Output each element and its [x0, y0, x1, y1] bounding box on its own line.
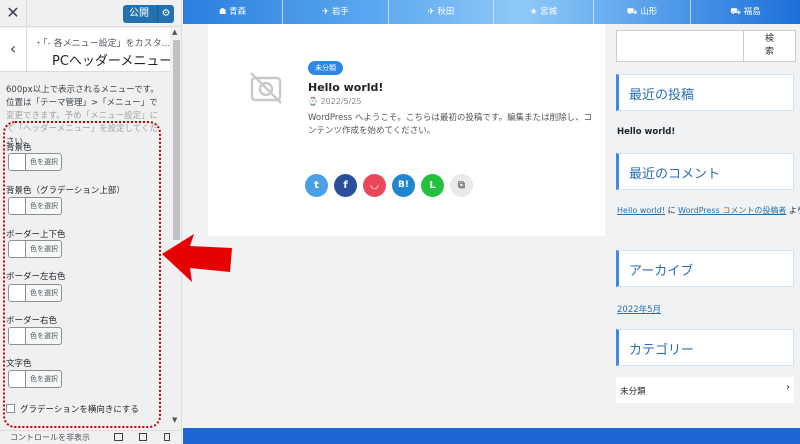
hatena-share-icon[interactable]: B! — [392, 174, 415, 197]
line-share-icon[interactable]: L — [421, 174, 444, 197]
hide-controls-button[interactable]: コントロールを非表示 — [10, 432, 90, 443]
search-button[interactable]: 検索 — [744, 30, 796, 62]
nav-item-fukushima[interactable]: ⛟ 福島 — [690, 0, 800, 24]
search-input[interactable] — [616, 30, 744, 62]
comment-post-link[interactable]: Hello world! — [617, 206, 665, 215]
copy-glyph: ⧉ — [457, 180, 466, 191]
recent-post-link[interactable]: Hello world! — [617, 127, 675, 137]
nav-item-aomori[interactable]: ☗ 青森 — [183, 0, 282, 24]
nav-label: 秋田 — [437, 7, 455, 17]
line-glyph: L — [429, 180, 436, 191]
pocket-glyph: ◡ — [370, 180, 379, 191]
recent-comments-heading: 最近のコメント — [616, 153, 794, 190]
no-image-icon — [250, 72, 282, 104]
section-header: ‹ ・「- 各メニュー設定」をカスタ... PCヘッダーメニュー — [0, 28, 173, 72]
nav-label: 青森 — [229, 7, 247, 17]
facebook-glyph: f — [343, 180, 348, 191]
breadcrumb: ・「- 各メニュー設定」をカスタ... — [34, 39, 171, 49]
nav-label: 福島 — [743, 7, 761, 17]
twitter-glyph: t — [314, 180, 319, 191]
star-icon: ★ — [529, 7, 538, 17]
post-date: ⌚ 2022/5/25 — [308, 97, 362, 106]
category-item[interactable]: 未分類 › — [616, 377, 794, 403]
scroll-up-icon[interactable]: ▲ — [172, 28, 177, 36]
hatena-glyph: B! — [398, 180, 409, 190]
pocket-share-icon[interactable]: ◡ — [363, 174, 386, 197]
footer-bar — [183, 428, 800, 444]
nav-item-iwate[interactable]: ✈ 岩手 — [282, 0, 388, 24]
section-title: PCヘッダーメニュー — [52, 54, 173, 69]
bus-icon: ⛟ — [626, 7, 638, 17]
nav-label: 山形 — [640, 7, 658, 17]
desktop-icon[interactable] — [114, 433, 123, 441]
scrollbar-thumb[interactable] — [173, 40, 180, 240]
nav-item-miyagi[interactable]: ★ 宮城 — [493, 0, 593, 24]
chevron-right-icon: › — [786, 382, 790, 393]
bus-icon: ⛟ — [730, 7, 741, 17]
nav-label: 岩手 — [331, 7, 349, 17]
search-button-label: 検索 — [764, 34, 774, 57]
red-arrow-icon — [162, 234, 232, 282]
post-card: 未分類 Hello world! ⌚ 2022/5/25 WordPress へ… — [208, 24, 605, 236]
widget-title: 最近のコメント — [629, 167, 721, 182]
customizer-footer: コントロールを非表示 — [0, 430, 181, 444]
copy-link-icon[interactable]: ⧉ — [450, 174, 473, 197]
recent-comment: Hello world! に WordPress コメントの投稿者 より — [617, 205, 800, 216]
comment-author-link[interactable]: WordPress コメントの投稿者 — [678, 206, 786, 215]
panel-scrollbar[interactable]: ▲ ▼ — [170, 28, 181, 428]
customizer-topbar: ✕ 公開 ⚙ — [0, 0, 181, 27]
nav-label: 宮城 — [540, 7, 558, 17]
widget-title: 最近の投稿 — [629, 88, 695, 103]
widget-title: アーカイブ — [629, 264, 694, 279]
post-title[interactable]: Hello world! — [308, 81, 383, 94]
facebook-share-icon[interactable]: f — [334, 174, 357, 197]
archive-link[interactable]: 2022年5月 — [617, 303, 661, 315]
publish-label: 公開 — [129, 8, 149, 19]
comment-tail-text: より — [788, 206, 800, 215]
plane-icon: ✈ — [427, 7, 435, 17]
scroll-down-icon[interactable]: ▼ — [172, 416, 177, 424]
close-icon[interactable]: ✕ — [0, 0, 27, 27]
recent-posts-heading: 最近の投稿 — [616, 74, 794, 111]
categories-heading: カテゴリー — [616, 329, 794, 366]
site-preview: ☗ 青森 ✈ 岩手 ✈ 秋田 ★ 宮城 ⛟ 山形 ⛟ 福島 未分類 Hello … — [183, 0, 800, 444]
post-excerpt: WordPress へようこそ。こちらは最初の投稿です。編集または削除し、コンテ… — [308, 113, 593, 136]
widget-title: カテゴリー — [629, 343, 695, 358]
comment-mid-text: に — [665, 206, 679, 215]
gear-icon[interactable]: ⚙ — [157, 5, 174, 23]
customizer-panel: ✕ 公開 ⚙ ‹ ・「- 各メニュー設定」をカスタ... PCヘッダーメニュー … — [0, 0, 182, 444]
nav-item-akita[interactable]: ✈ 秋田 — [388, 0, 493, 24]
house-icon: ☗ — [218, 7, 227, 17]
back-icon[interactable]: ‹ — [0, 28, 27, 72]
category-badge[interactable]: 未分類 — [308, 61, 343, 75]
header-menu: ☗ 青森 ✈ 岩手 ✈ 秋田 ★ 宮城 ⛟ 山形 ⛟ 福島 — [183, 0, 800, 24]
highlight-box — [3, 121, 161, 428]
mobile-icon[interactable] — [164, 433, 170, 441]
plane-icon: ✈ — [322, 7, 330, 17]
nav-item-yamagata[interactable]: ⛟ 山形 — [593, 0, 690, 24]
twitter-share-icon[interactable]: t — [305, 174, 328, 197]
tablet-icon[interactable] — [139, 433, 147, 441]
archives-heading: アーカイブ — [616, 250, 794, 287]
publish-button[interactable]: 公開 ⚙ — [123, 5, 174, 23]
category-label: 未分類 — [620, 387, 646, 397]
